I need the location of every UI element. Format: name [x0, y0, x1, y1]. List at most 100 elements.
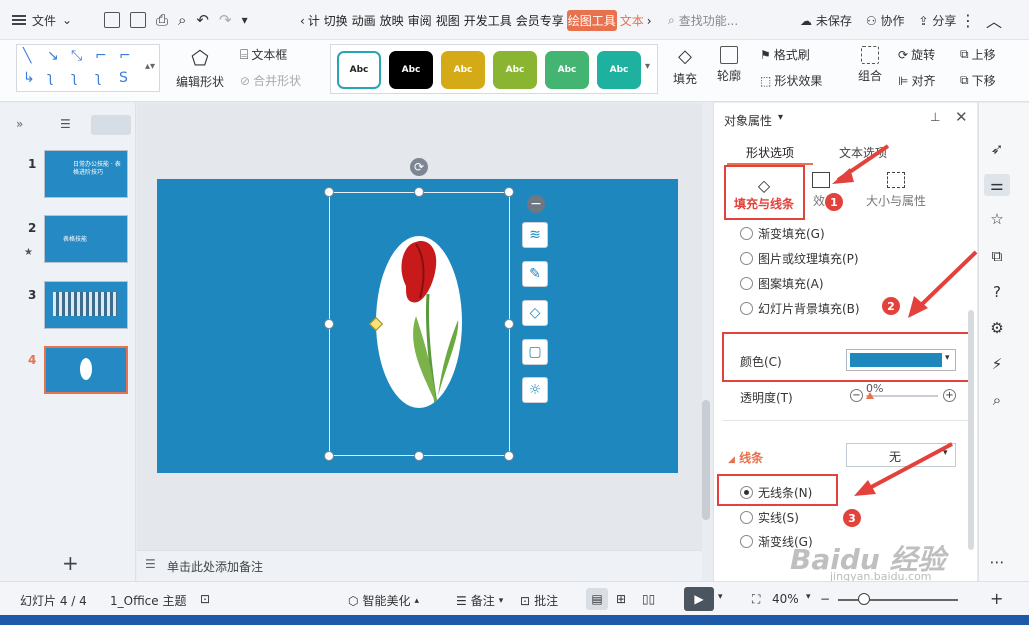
undo-icon[interactable]: ↶ — [196, 11, 209, 29]
resize-handle-top-right[interactable] — [504, 187, 514, 197]
search-doc-icon[interactable]: ⌕ — [988, 391, 1006, 409]
radio-pattern-fill[interactable]: 图案填充(A) — [740, 275, 824, 292]
panel-scrollbar[interactable] — [968, 310, 974, 550]
elbow-arrow-icon[interactable]: ⌐ — [119, 48, 135, 64]
more-icon[interactable]: ⋮ — [960, 11, 976, 30]
group-button[interactable]: 组合 — [852, 46, 888, 84]
collapse-panel-icon[interactable]: » — [16, 117, 23, 131]
theme-name[interactable]: 1_Office 主题 — [110, 592, 186, 609]
resize-handle-bottom-left[interactable] — [324, 451, 334, 461]
lightning-icon[interactable]: ⚡ — [988, 355, 1006, 373]
increase-icon[interactable]: + — [943, 389, 956, 402]
panel-title-chevron-icon[interactable]: ▾ — [778, 112, 783, 123]
notes-toggle-button[interactable]: ☰ 备注 ▾ — [456, 592, 503, 609]
tabs-scroll-right-icon[interactable]: › — [647, 14, 652, 28]
tab-member[interactable]: 会员专享 — [515, 10, 565, 31]
decrease-icon[interactable]: − — [850, 389, 863, 402]
rotate-button[interactable]: ⟳ 旋转 — [898, 46, 935, 63]
resize-handle-top[interactable] — [414, 187, 424, 197]
resize-handle-right[interactable] — [504, 319, 514, 329]
play-options-icon[interactable]: ▾ — [718, 592, 723, 602]
style-preset-olive[interactable]: Abc — [493, 51, 537, 89]
share-button[interactable]: ⇪ 分享 — [918, 12, 956, 29]
style-gallery-scroll-icon[interactable]: ▾ — [645, 61, 650, 72]
normal-view-icon[interactable]: ▤ — [586, 588, 608, 610]
copy-icon[interactable]: ⧉ — [988, 247, 1006, 265]
canvas-scrollbar[interactable] — [702, 400, 710, 520]
collapse-toolbar-icon[interactable]: − — [527, 195, 545, 213]
save-icon[interactable] — [104, 12, 120, 28]
more-dots-icon[interactable]: ⋯ — [988, 553, 1006, 571]
move-up-button[interactable]: ⧉ 上移 — [960, 46, 996, 63]
export-icon[interactable] — [130, 12, 146, 28]
bulb-icon[interactable]: ☼ — [522, 377, 548, 403]
properties-icon[interactable]: ⚌ — [984, 174, 1010, 196]
color-picker[interactable]: ▾ — [846, 349, 956, 371]
double-arrow-shape-icon[interactable]: ⤡ — [71, 48, 87, 64]
search-box[interactable]: ⌕ 查找功能... — [668, 12, 738, 29]
edit-shape-button[interactable]: ⬠ 编辑形状 — [170, 46, 230, 90]
format-brush-button[interactable]: ⚑ 格式刷 — [760, 46, 810, 63]
zoom-in-icon[interactable]: + — [990, 589, 1003, 608]
add-slide-icon[interactable]: + — [62, 551, 79, 575]
resize-handle-bottom[interactable] — [414, 451, 424, 461]
help-icon[interactable]: ? — [988, 283, 1006, 301]
fit-icon[interactable]: ⛶ — [752, 592, 760, 607]
zoom-out-icon[interactable]: − — [820, 592, 830, 606]
outline-view-icon[interactable]: ☰ — [60, 117, 71, 131]
shape-effect-button[interactable]: ⬚ 形状效果 — [760, 72, 822, 89]
slide-thumbnail-2[interactable]: 表格技能 — [44, 215, 128, 263]
tab-slideshow[interactable]: 放映 — [379, 10, 405, 31]
tab-review[interactable]: 审阅 — [407, 10, 433, 31]
radio-solid-line[interactable]: 实线(S) — [740, 509, 799, 526]
radio-gradient-fill[interactable]: 渐变填充(G) — [740, 225, 825, 242]
align-button[interactable]: ⊫ 对齐 — [898, 72, 935, 89]
grid-view-icon[interactable]: ⊞ — [616, 592, 626, 606]
slider-thumb[interactable] — [866, 392, 874, 399]
tab-developer[interactable]: 开发工具 — [463, 10, 513, 31]
curve-arrow-icon[interactable]: ʅ — [71, 70, 87, 86]
tab-view[interactable]: 视图 — [435, 10, 461, 31]
rotate-handle-icon[interactable]: ⟳ — [410, 158, 428, 176]
zoom-slider[interactable] — [838, 599, 958, 601]
resize-handle-left[interactable] — [324, 319, 334, 329]
collapse-ribbon-icon[interactable]: ︿ — [986, 8, 1002, 32]
pin-icon[interactable]: ⊥ — [930, 110, 940, 124]
merge-shape-button[interactable]: ⊘ 合并形状 — [240, 72, 301, 89]
radio-no-line[interactable]: 无线条(N) — [740, 484, 812, 501]
curve-double-arrow-icon[interactable]: ʅ — [95, 70, 111, 86]
tab-shape-options[interactable]: 形状选项 — [746, 144, 794, 161]
thumbnail-view-icon[interactable] — [91, 115, 131, 135]
star-shape-icon[interactable]: ☆ — [988, 210, 1006, 228]
elbow-connector-icon[interactable]: ⌐ — [95, 48, 111, 64]
tab-animation[interactable]: 动画 — [351, 10, 377, 31]
line-section-header[interactable]: ◢ 线条 — [728, 449, 763, 466]
fill-bucket-icon[interactable]: ◇ — [522, 300, 548, 326]
radio-slide-bg-fill[interactable]: 幻灯片背景填充(B) — [740, 300, 860, 317]
file-menu-button[interactable]: 文件 ⌄ — [12, 9, 92, 31]
zoom-level[interactable]: 40% — [772, 592, 799, 606]
transparency-slider[interactable] — [866, 395, 938, 397]
smart-icon[interactable]: ⚙ — [988, 319, 1006, 337]
zoom-options-icon[interactable]: ▾ — [806, 592, 811, 602]
notes-bar[interactable]: ☰ 单击此处添加备注 — [137, 550, 702, 581]
slide-thumbnail-3[interactable] — [44, 281, 128, 329]
line-shape-icon[interactable]: ╲ — [23, 48, 39, 64]
textbox-button[interactable]: ⌸ 文本框 — [240, 46, 287, 63]
style-preset-gold[interactable]: Abc — [441, 51, 485, 89]
rocket-icon[interactable]: ➶ — [988, 140, 1006, 158]
style-preset-white[interactable]: Abc — [337, 51, 381, 89]
style-preset-black[interactable]: Abc — [389, 51, 433, 89]
resize-handle-bottom-right[interactable] — [504, 451, 514, 461]
outline-button[interactable]: 轮廓 — [712, 46, 746, 84]
style-preset-green[interactable]: Abc — [545, 51, 589, 89]
outline-icon[interactable]: ▢ — [522, 339, 548, 365]
resize-handle-top-left[interactable] — [324, 187, 334, 197]
close-icon[interactable]: ✕ — [955, 108, 968, 126]
curve-connector-icon[interactable]: ʅ — [47, 70, 63, 86]
preview-icon[interactable]: ⌕ — [178, 11, 186, 29]
radio-picture-fill[interactable]: 图片或纹理填充(P) — [740, 250, 859, 267]
shapes-gallery[interactable]: ╲ ↘ ⤡ ⌐ ⌐ ↳ ʅ ʅ ʅ S ▴▾ — [16, 44, 160, 92]
zoom-slider-thumb[interactable] — [858, 593, 870, 605]
tab-drawing-tools[interactable]: 绘图工具 — [566, 10, 617, 31]
